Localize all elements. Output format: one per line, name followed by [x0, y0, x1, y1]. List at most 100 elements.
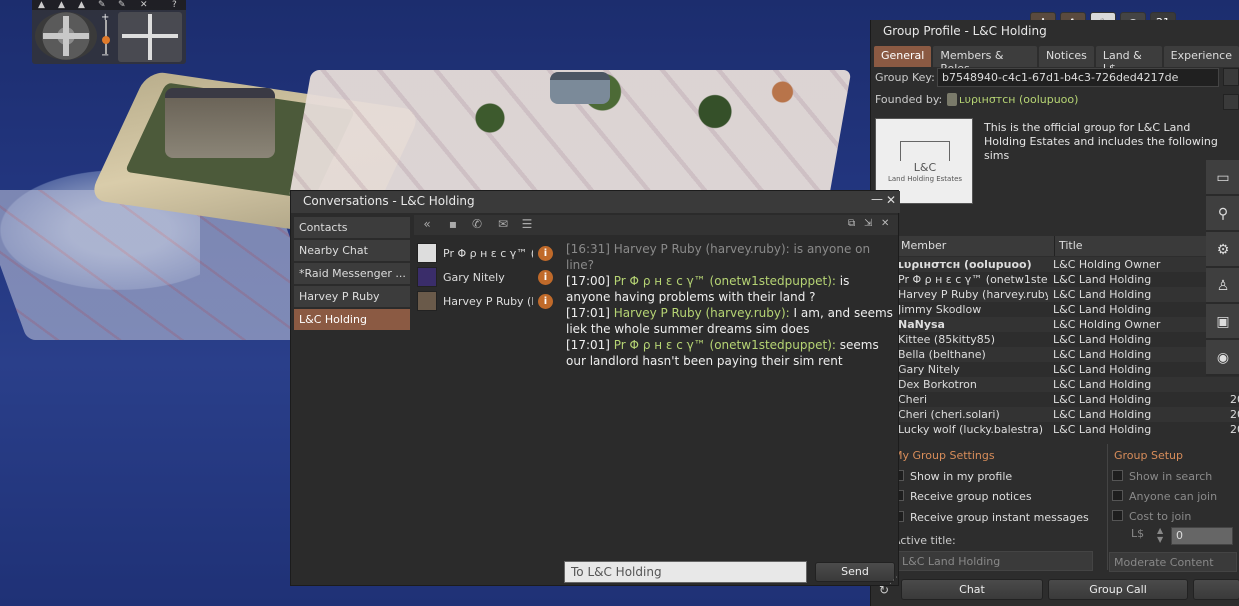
walk-icon[interactable]: ♙: [1206, 268, 1239, 304]
front-view-icon[interactable]: ▲: [38, 0, 45, 10]
tab-nearby-chat[interactable]: Nearby Chat: [294, 240, 410, 261]
member-row[interactable]: Cheri L&C Land Holding 20: [874, 392, 1239, 407]
member-row[interactable]: Kittee (85kitty85) L&C Land Holding: [874, 332, 1239, 347]
collapse-icon[interactable]: «: [418, 217, 436, 233]
active-title-select[interactable]: L&C Land Holding: [893, 551, 1093, 571]
dog-icon[interactable]: ⚲: [1206, 196, 1239, 232]
camera-controls: ▲ ▲ ▲ ✎ ✎ ✕ ? + −: [32, 0, 186, 64]
tree-cluster: [400, 40, 850, 170]
cost-spinner[interactable]: ▲ ▼: [1157, 526, 1169, 546]
tab-general[interactable]: General: [874, 46, 932, 67]
member-title: L&C Holding Owner: [1053, 318, 1161, 331]
message-sender[interactable]: Pr Φ ρ н ε c γ™ (onetw1stedpuppet):: [614, 274, 836, 288]
member-name: Lucky wolf (lucky.balestra): [898, 423, 1044, 436]
member-row[interactable]: Lucky wolf (lucky.balestra) L&C Land Hold…: [874, 422, 1239, 437]
object-view-icon[interactable]: ✎: [118, 0, 126, 10]
side-view-icon[interactable]: ▲: [58, 0, 65, 10]
show-in-search-checkbox[interactable]: Show in search: [1112, 470, 1212, 483]
insignia-roof: [900, 141, 950, 161]
receive-im-checkbox[interactable]: Receive group instant messages: [893, 511, 1089, 524]
member-row[interactable]: Dex Borkotron L&C Land Holding: [874, 377, 1239, 392]
member-title: L&C Land Holding: [1053, 288, 1152, 301]
member-row[interactable]: Gary Nitely L&C Land Holding: [874, 362, 1239, 377]
participant-name: Gary Nitely: [443, 271, 505, 284]
options-icon[interactable]: ☰: [518, 217, 536, 233]
info-icon[interactable]: i: [538, 270, 553, 285]
participant[interactable]: Harvey P Ruby (harvey.ruby) i: [417, 291, 557, 315]
pan-control[interactable]: [118, 12, 182, 62]
group-tabs: General Members & Roles Notices Land & L…: [874, 46, 1239, 75]
founder-link[interactable]: ʟυριнσтcн (oolupuoo): [959, 93, 1078, 106]
participants-list: Pr Φ ρ н ε c γ™ (onetw1stedpuppet) i Gar…: [417, 243, 557, 315]
member-title: L&C Land Holding: [1053, 333, 1152, 346]
tools-icon[interactable]: ✎: [98, 0, 106, 10]
cost-to-join-checkbox[interactable]: Cost to join: [1112, 510, 1191, 523]
tab-members-roles[interactable]: Members & Roles: [933, 46, 1037, 75]
member-row[interactable]: Cheri (cheri.solari) L&C Land Holding 20: [874, 407, 1239, 422]
message-sender[interactable]: Pr Φ ρ н ε c γ™ (onetw1stedpuppet):: [614, 338, 836, 352]
tab-experience[interactable]: Experience: [1163, 46, 1239, 67]
member-row[interactable]: Bella (belthane) L&C Land Holding: [874, 347, 1239, 362]
anyone-can-join-checkbox[interactable]: Anyone can join: [1112, 490, 1217, 503]
panel-title: Group Profile - L&C Holding: [883, 24, 1047, 38]
person-icon[interactable]: ▭: [1206, 160, 1239, 196]
orbit-control[interactable]: [35, 12, 97, 60]
tab-lc-holding[interactable]: L&C Holding: [294, 309, 410, 330]
founder-button[interactable]: [1223, 94, 1239, 110]
member-row[interactable]: Jimmy Skodlow L&C Land Holding: [874, 302, 1239, 317]
zoom-slider[interactable]: + −: [100, 12, 112, 62]
receive-notices-checkbox[interactable]: Receive group notices: [893, 490, 1032, 503]
tab-contacts[interactable]: Contacts: [294, 217, 410, 238]
group-call-button[interactable]: Group Call: [1048, 579, 1188, 600]
tab-notices[interactable]: Notices: [1038, 46, 1094, 67]
tab-raid-messenger[interactable]: *Raid Messenger ...: [294, 263, 410, 284]
member-row[interactable]: Pr Φ ρ н ε c γ™ (onetw1stedpu... L&C Land…: [874, 272, 1239, 287]
resize-handle[interactable]: ⋰: [889, 576, 898, 586]
reset-view-icon[interactable]: ✕: [140, 0, 148, 10]
group-key-field[interactable]: b7548940-c4c1-67d1-b4c3-726ded4217de: [937, 68, 1219, 87]
chat-message: [17:01] Pr Φ ρ н ε c γ™ (onetw1stedpuppe…: [566, 337, 896, 369]
title-col-header[interactable]: Title: [1054, 236, 1083, 256]
member-row[interactable]: NaNysa L&C Holding Owner: [874, 317, 1239, 332]
member-row[interactable]: Harvey P Ruby (harvey.ruby) L&C Land Hold…: [874, 287, 1239, 302]
message-sender[interactable]: Harvey P Ruby (harvey.ruby):: [614, 306, 790, 320]
call-icon[interactable]: ✆: [468, 217, 486, 233]
zoom-out-icon[interactable]: −: [101, 50, 109, 61]
profile-icon[interactable]: ▪: [444, 217, 462, 233]
rear-view-icon[interactable]: ▲: [78, 0, 85, 10]
tear-off-icon[interactable]: ⧉: [848, 218, 855, 229]
more-button[interactable]: [1193, 579, 1239, 600]
member-row[interactable]: ʟυριнσтcн (oolupuoo) L&C Holding Owner: [874, 257, 1239, 272]
info-icon[interactable]: i: [538, 294, 553, 309]
moderate-content-button[interactable]: Moderate Content: [1109, 552, 1237, 572]
gear-icon[interactable]: ⚙: [1206, 232, 1239, 268]
inventory-icon[interactable]: ▣: [1206, 304, 1239, 340]
message-sender[interactable]: Harvey P Ruby (harvey.ruby):: [614, 242, 790, 256]
tab-harvey-p-ruby[interactable]: Harvey P Ruby: [294, 286, 410, 307]
member-name: Gary Nitely: [898, 363, 960, 376]
minimize-icon[interactable]: —: [871, 192, 883, 206]
participant[interactable]: Gary Nitely i: [417, 267, 557, 291]
message-input[interactable]: To L&C Holding: [564, 561, 807, 583]
info-icon[interactable]: i: [538, 246, 553, 261]
camera-preset-bar[interactable]: ▲ ▲ ▲ ✎ ✎ ✕ ?: [32, 0, 186, 10]
close-tab-icon[interactable]: ✕: [881, 218, 889, 229]
camera-help-icon[interactable]: ?: [172, 0, 177, 10]
chat-button[interactable]: Chat: [901, 579, 1043, 600]
expand-icon[interactable]: ⇲: [864, 218, 872, 229]
close-icon[interactable]: ✕: [886, 193, 896, 207]
zoom-knob[interactable]: [102, 36, 110, 44]
copy-key-button[interactable]: [1223, 68, 1239, 86]
tab-land[interactable]: Land & L$: [1095, 46, 1162, 75]
show-in-profile-checkbox[interactable]: Show in my profile: [893, 470, 1012, 483]
send-button[interactable]: Send: [815, 562, 895, 582]
participant[interactable]: Pr Φ ρ н ε c γ™ (onetw1stedpuppet) i: [417, 243, 557, 267]
im-icon[interactable]: ✉: [494, 217, 512, 233]
member-name: Dex Borkotron: [898, 378, 977, 391]
founder-avatar: [947, 93, 957, 106]
cost-input[interactable]: 0: [1171, 527, 1233, 545]
conversation-tabs: Contacts Nearby Chat *Raid Messenger ...…: [294, 217, 410, 332]
message-time: [17:01]: [566, 338, 610, 352]
camera-icon[interactable]: ◉: [1206, 340, 1239, 376]
member-title: L&C Land Holding: [1053, 378, 1152, 391]
